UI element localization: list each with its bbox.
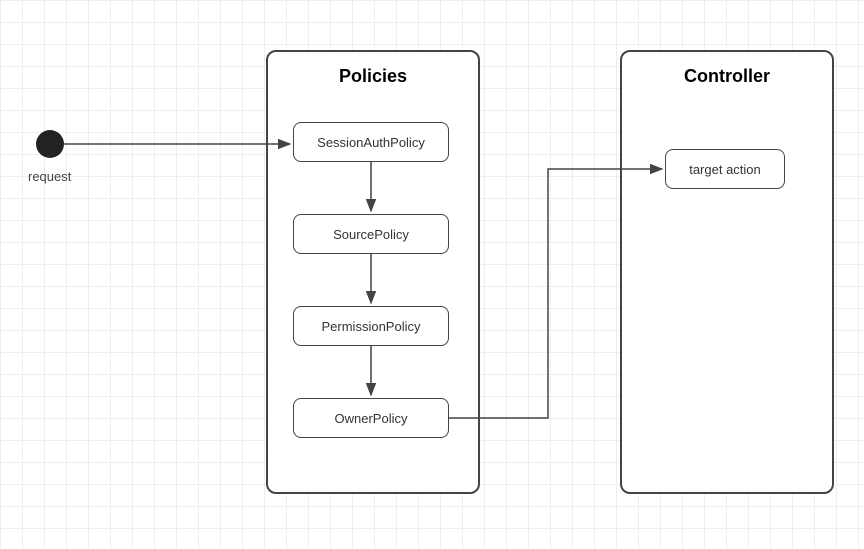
policy-label: SessionAuthPolicy [317, 135, 425, 150]
controller-title: Controller [622, 66, 832, 87]
policy-session-auth: SessionAuthPolicy [293, 122, 449, 162]
policy-label: SourcePolicy [333, 227, 409, 242]
controller-container: Controller [620, 50, 834, 494]
policy-permission: PermissionPolicy [293, 306, 449, 346]
policies-title: Policies [268, 66, 478, 87]
controller-target-action: target action [665, 149, 785, 189]
policy-owner: OwnerPolicy [293, 398, 449, 438]
start-node [36, 130, 64, 158]
policy-label: PermissionPolicy [322, 319, 421, 334]
policy-source: SourcePolicy [293, 214, 449, 254]
start-label: request [28, 169, 71, 184]
target-action-label: target action [689, 162, 761, 177]
policy-label: OwnerPolicy [335, 411, 408, 426]
